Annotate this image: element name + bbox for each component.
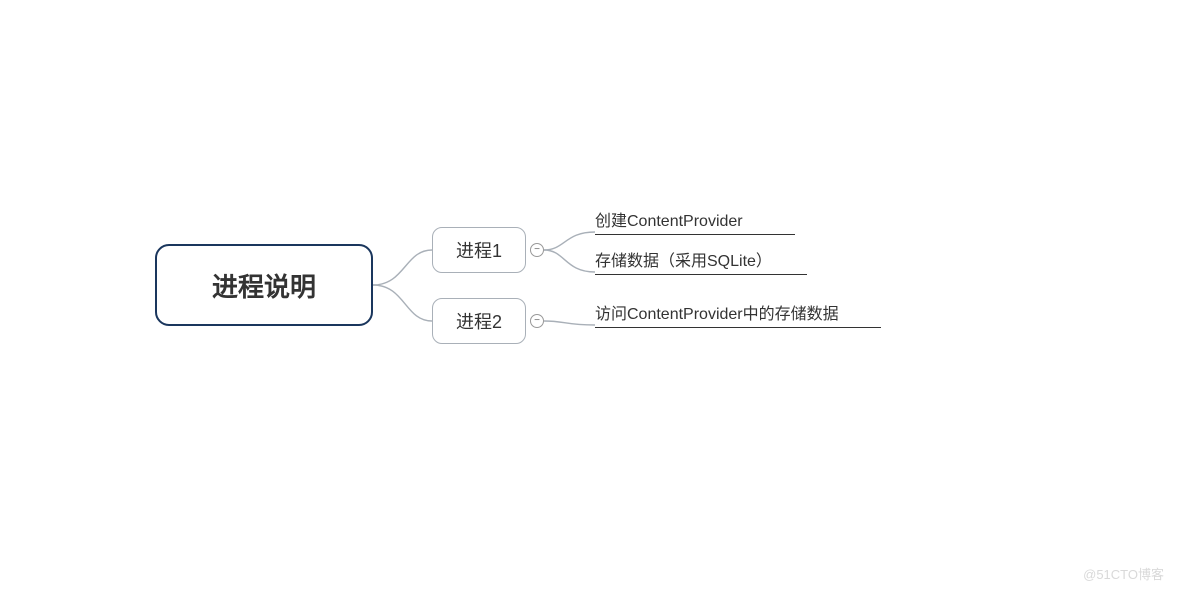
leaf-access-contentprovider-data[interactable]: 访问ContentProvider中的存储数据 — [595, 300, 881, 328]
leaf-text: 创建ContentProvider — [595, 207, 743, 231]
collapse-toggle-process-1[interactable]: − — [530, 243, 544, 257]
watermark: @51CTO博客 — [1083, 564, 1164, 583]
node-process-2[interactable]: 进程2 — [432, 298, 526, 344]
node-process-2-label: 进程2 — [456, 308, 502, 334]
root-node[interactable]: 进程说明 — [155, 244, 373, 326]
minus-icon: − — [534, 245, 540, 255]
collapse-toggle-process-2[interactable]: − — [530, 314, 544, 328]
leaf-text: 访问ContentProvider中的存储数据 — [595, 300, 839, 324]
leaf-store-data-sqlite[interactable]: 存储数据（采用SQLite） — [595, 247, 807, 275]
root-label: 进程说明 — [212, 267, 316, 304]
leaf-text: 存储数据（采用SQLite） — [595, 247, 772, 271]
leaf-create-contentprovider[interactable]: 创建ContentProvider — [595, 207, 795, 235]
node-process-1[interactable]: 进程1 — [432, 227, 526, 273]
node-process-1-label: 进程1 — [456, 237, 502, 263]
minus-icon: − — [534, 316, 540, 326]
